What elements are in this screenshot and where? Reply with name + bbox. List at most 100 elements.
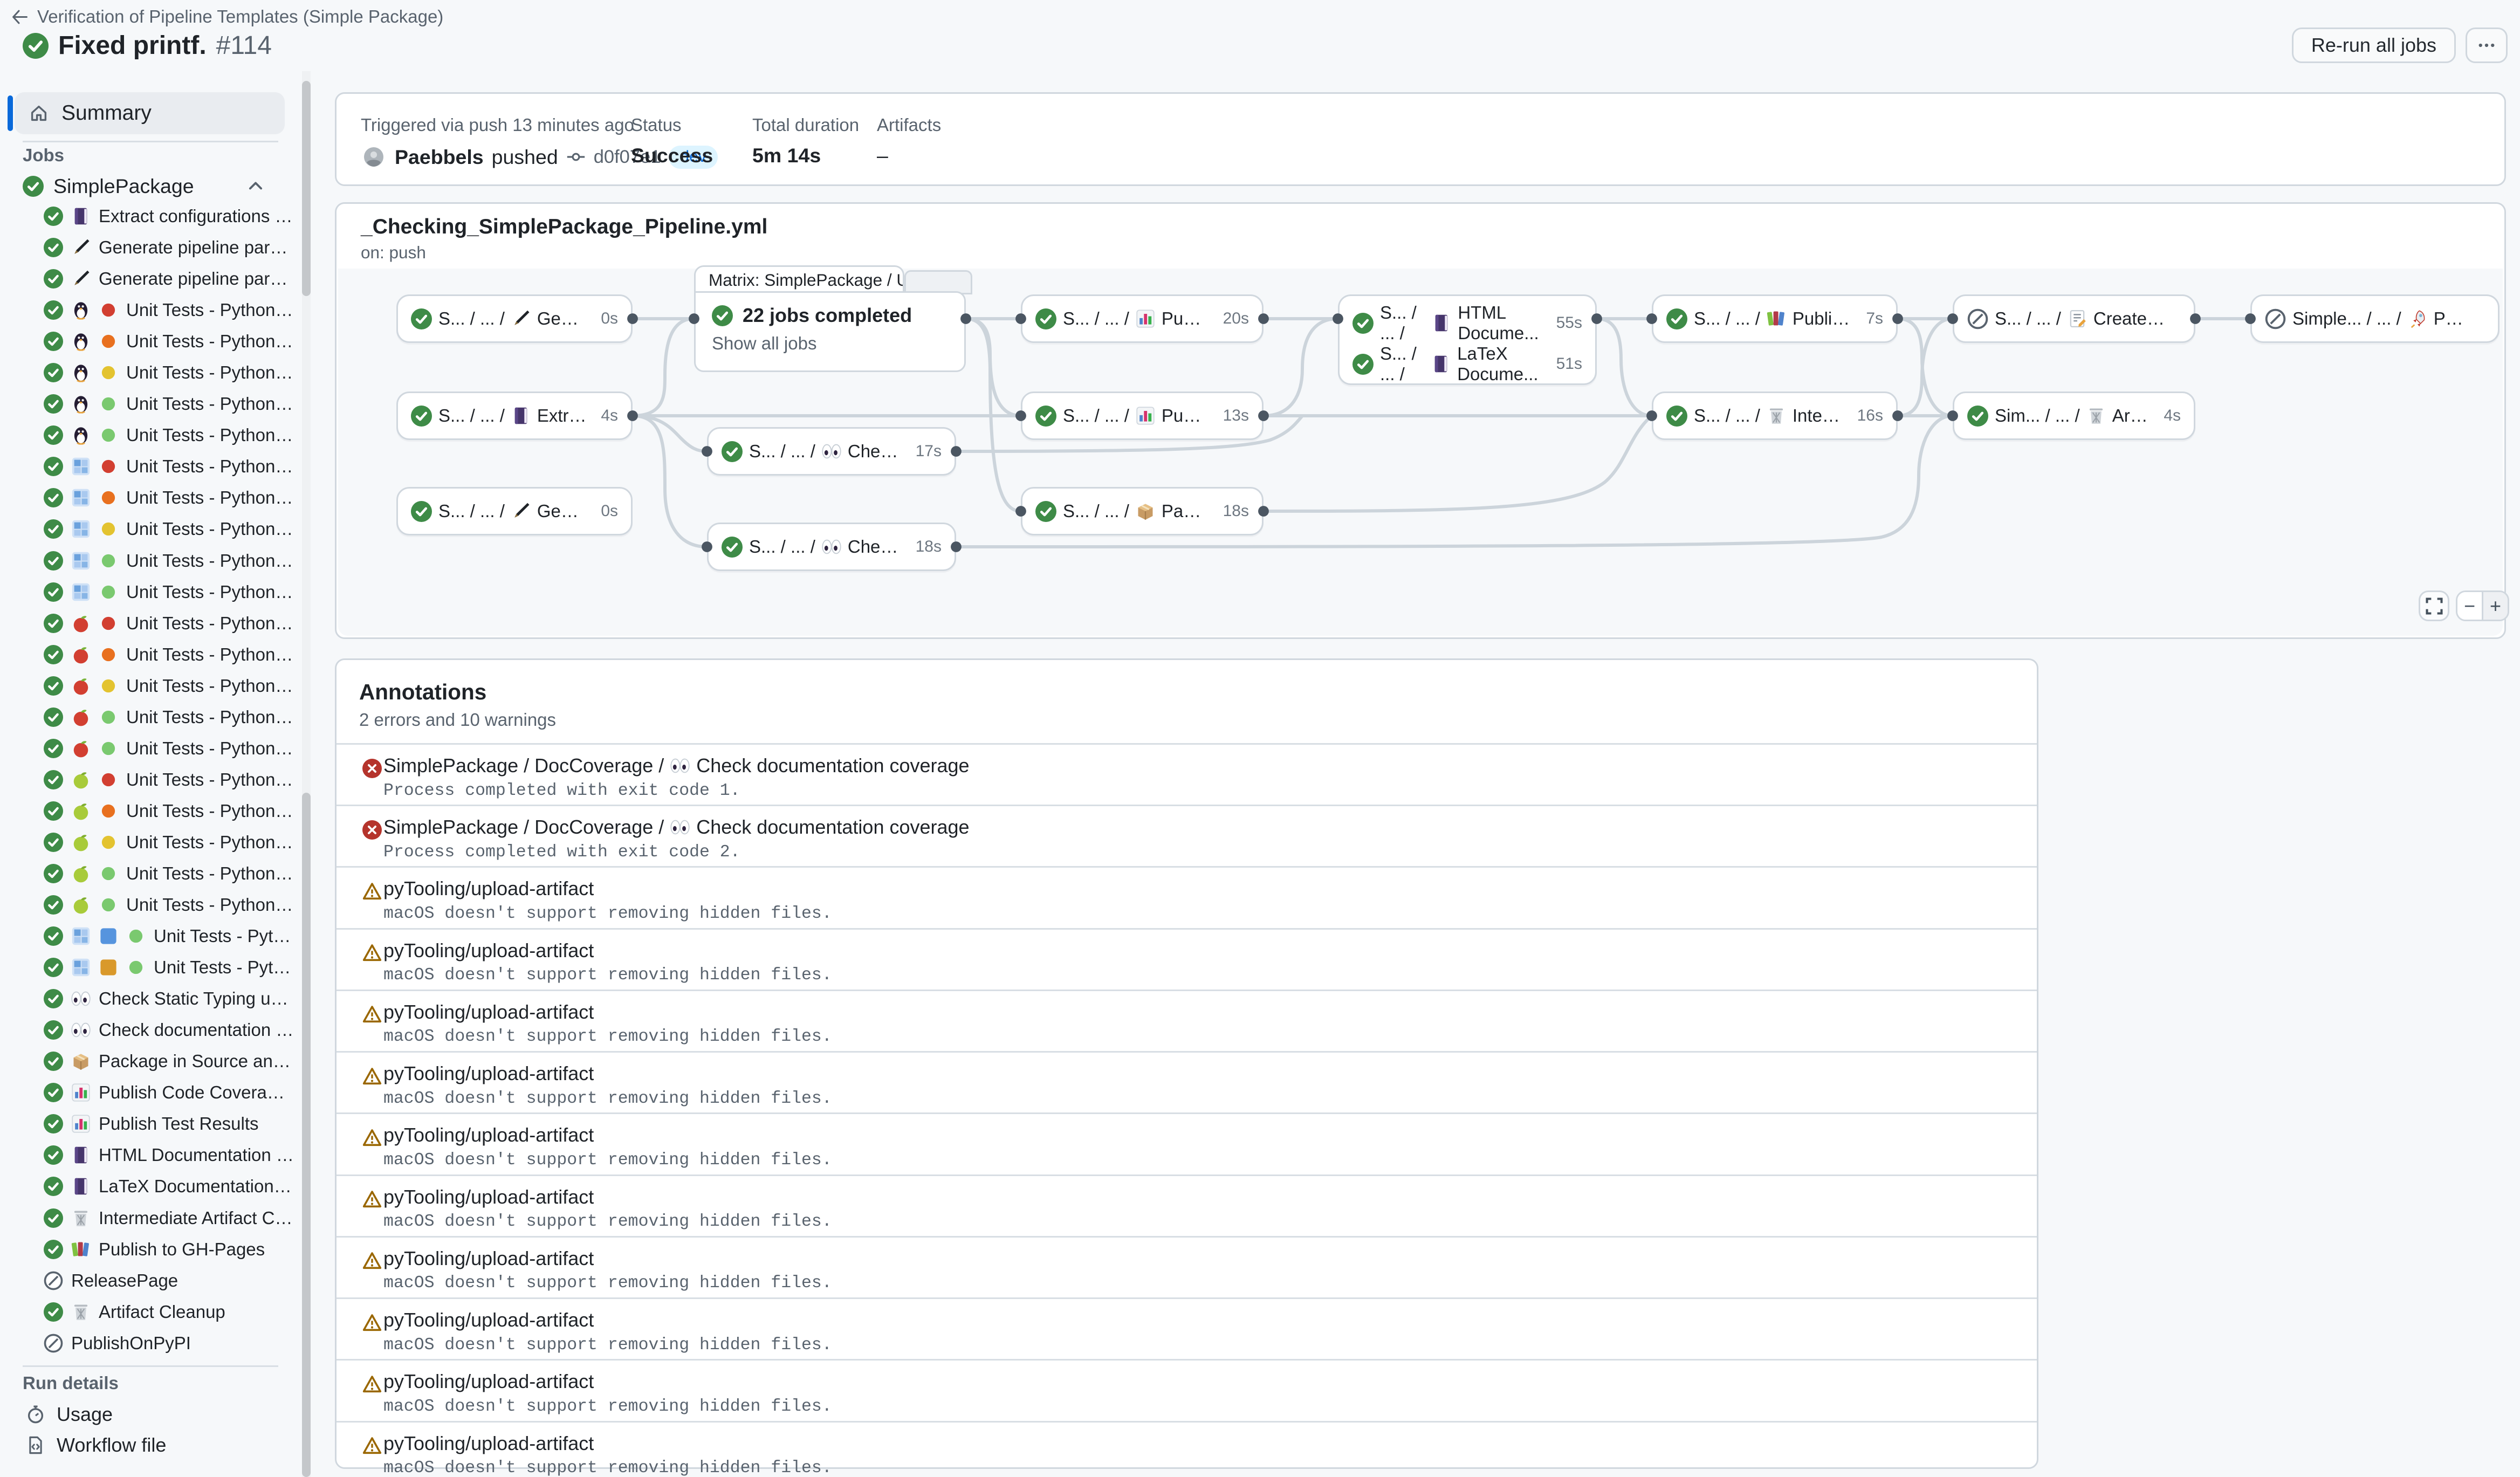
pipeline-node-n7[interactable]: S... / ... /Publish Test Re...13s bbox=[1021, 391, 1264, 440]
sidebar-job-item[interactable]: Generate pipeline parameters bbox=[0, 232, 301, 263]
warning-icon bbox=[362, 1375, 382, 1394]
pipeline-node-n8[interactable]: S... / ... /Intermediate A...16s bbox=[1652, 391, 1898, 440]
sidebar-job-item[interactable]: Unit Tests - Python 3.9 bbox=[0, 451, 301, 482]
pipeline-node-n10[interactable]: S... / ... /Check Static Ty...17s bbox=[707, 427, 956, 476]
scrollbar-thumb-top[interactable] bbox=[302, 81, 311, 296]
zoom-in-button[interactable]: + bbox=[2483, 592, 2508, 620]
annotation-title[interactable]: pyTooling/upload-artifact bbox=[383, 1432, 2021, 1455]
annotation-title[interactable]: pyTooling/upload-artifact bbox=[383, 1124, 2021, 1146]
sidebar-job-item[interactable]: Unit Tests - Python 3.12 bbox=[0, 920, 301, 952]
sidebar-job-item[interactable]: Unit Tests - Python 3.9 bbox=[0, 764, 301, 795]
sidebar-job-item[interactable]: HTML Documentation using ... bbox=[0, 1139, 301, 1171]
doc-group-row[interactable]: S... / ... /LaTeX Docume...51s bbox=[1352, 344, 1582, 384]
pen-icon bbox=[71, 269, 91, 288]
zoom-out-button[interactable]: − bbox=[2457, 592, 2483, 620]
annotation-title[interactable]: pyTooling/upload-artifact bbox=[383, 1186, 2021, 1208]
sidebar-job-item[interactable]: ReleasePage bbox=[0, 1265, 301, 1296]
sidebar-job-item[interactable]: Extract configurations from p... bbox=[0, 201, 301, 232]
sidebar-job-item[interactable]: Unit Tests - Python 3.11 bbox=[0, 670, 301, 702]
annotation-title[interactable]: pyTooling/upload-artifact bbox=[383, 1370, 2021, 1393]
annotation-title[interactable]: pyTooling/upload-artifact bbox=[383, 877, 2021, 900]
skipped-icon bbox=[2265, 308, 2286, 329]
annotation-title[interactable]: SimplePackage / DocCoverage /Check docum… bbox=[383, 754, 2021, 777]
artifacts-value: – bbox=[877, 144, 941, 167]
sidebar-group-simplepackage[interactable]: SimplePackage bbox=[23, 171, 285, 201]
annotation-title[interactable]: pyTooling/upload-artifact bbox=[383, 939, 2021, 962]
sidebar-job-item[interactable]: Unit Tests - Python 3.12 bbox=[0, 545, 301, 576]
annotation-name: Check documentation coverage bbox=[696, 754, 969, 777]
pipeline-node-n4[interactable]: S... / ... /Create 'Release Pa... bbox=[1953, 294, 2195, 343]
sidebar-job-item[interactable]: Unit Tests - Python 3.10 bbox=[0, 482, 301, 513]
sidebar-job-item[interactable]: Unit Tests - Python 3.13 bbox=[0, 576, 301, 608]
sidebar-job-item[interactable]: Intermediate Artifact Cleanup bbox=[0, 1203, 301, 1234]
sidebar-job-item[interactable]: Package in Source and Wheel... bbox=[0, 1046, 301, 1077]
node-duration: 16s bbox=[1851, 407, 1883, 425]
pipeline-node-n11[interactable]: S... / ... /Generate pipelin...0s bbox=[396, 487, 633, 535]
sidebar-job-item[interactable]: Unit Tests - Python 3.9 bbox=[0, 608, 301, 639]
sidebar-job-item[interactable]: LaTeX Documentation using ... bbox=[0, 1171, 301, 1202]
show-all-jobs-link[interactable]: Show all jobs bbox=[712, 333, 948, 354]
pipeline-node-n3[interactable]: S... / ... /Publish to GH-P...7s bbox=[1652, 294, 1898, 343]
pipeline-node-n6[interactable]: S... / ... /Extract configur...4s bbox=[396, 391, 633, 440]
sidebar-job-item[interactable]: Unit Tests - Python 3.9 bbox=[0, 294, 301, 326]
sidebar-job-item[interactable]: Publish Code Coverage Results bbox=[0, 1077, 301, 1108]
sidebar-job-item[interactable]: Unit Tests - Python 3.10 bbox=[0, 795, 301, 827]
pipeline-node-n12[interactable]: S... / ... /Package in Sou...18s bbox=[1021, 487, 1264, 535]
annotation-row-warning: pyTooling/upload-artifactmacOS doesn't s… bbox=[337, 1359, 2037, 1420]
annotation-title[interactable]: pyTooling/upload-artifact bbox=[383, 1062, 2021, 1085]
check-circle-icon bbox=[712, 305, 733, 326]
check-circle-icon bbox=[44, 1052, 63, 1071]
avatar[interactable] bbox=[361, 144, 387, 170]
annotation-title[interactable]: SimplePackage / DocCoverage /Check docum… bbox=[383, 816, 2021, 839]
check-circle-icon bbox=[44, 864, 63, 883]
sidebar-job-item[interactable]: Unit Tests - Python 3.11 bbox=[0, 827, 301, 858]
sidebar-job-item[interactable]: Unit Tests - Python 3.12 bbox=[0, 702, 301, 733]
dot-yellow-icon bbox=[99, 363, 118, 382]
pipeline-node-n9[interactable]: Sim... / ... /Artifact Cleanup4s bbox=[1953, 391, 2195, 440]
doc-group-row[interactable]: S... / ... /HTML Docume...55s bbox=[1352, 303, 1582, 344]
sidebar-job-item[interactable]: Check Static Typing using Pyt... bbox=[0, 983, 301, 1014]
sidebar-job-item[interactable]: Unit Tests - Python 3.11 bbox=[0, 357, 301, 388]
sidebar-job-item[interactable]: Unit Tests - Python 3.10 bbox=[0, 326, 301, 357]
actor-link[interactable]: Paebbels bbox=[395, 146, 484, 169]
more-options-button[interactable] bbox=[2466, 28, 2508, 63]
scrollbar-thumb-bottom[interactable] bbox=[302, 793, 311, 1477]
pipeline-node-n5[interactable]: Simple... / ... /Publish to PyPI bbox=[2250, 294, 2500, 343]
pipeline-node-n13[interactable]: S... / ... /Check docume...18s bbox=[707, 523, 956, 571]
sidebar-job-item[interactable]: PublishOnPyPI bbox=[0, 1328, 301, 1359]
sidebar-job-item[interactable]: Generate pipeline parameters bbox=[0, 263, 301, 294]
matrix-tab[interactable]: Matrix: SimplePackage / UnitTest... bbox=[694, 265, 904, 293]
sidebar-job-item[interactable]: Unit Tests - Python 3.12 bbox=[0, 858, 301, 889]
annotation-title[interactable]: pyTooling/upload-artifact bbox=[383, 1001, 2021, 1023]
sidebar-job-item[interactable]: Publish to GH-Pages bbox=[0, 1234, 301, 1265]
pipeline-node-n1[interactable]: S... / ... /Generate pipelin...0s bbox=[396, 294, 633, 343]
sidebar-job-item[interactable]: Unit Tests - Python 3.12 bbox=[0, 388, 301, 420]
sidebar-job-item[interactable]: Unit Tests - Python 3.11 bbox=[0, 513, 301, 545]
square-orange-icon bbox=[99, 958, 118, 977]
sidebar-job-item[interactable]: Publish Test Results bbox=[0, 1108, 301, 1139]
sidebar-job-item[interactable]: Check documentation covera... bbox=[0, 1014, 301, 1046]
sidebar-job-item[interactable]: Artifact Cleanup bbox=[0, 1296, 301, 1328]
annotation-title[interactable]: pyTooling/upload-artifact bbox=[383, 1309, 2021, 1331]
fullscreen-button[interactable] bbox=[2419, 590, 2449, 621]
breadcrumb[interactable]: Verification of Pipeline Templates (Simp… bbox=[10, 6, 443, 27]
check-circle-icon bbox=[722, 537, 743, 558]
sidebar-job-item[interactable]: Unit Tests - Python 3.13 bbox=[0, 733, 301, 764]
sidebar-item-workflow-file[interactable]: Workflow file bbox=[0, 1430, 301, 1461]
sidebar-item-usage[interactable]: Usage bbox=[0, 1399, 301, 1430]
sidebar-job-item[interactable]: Unit Tests - Python 3.13 bbox=[0, 420, 301, 451]
sidebar-job-item[interactable]: Unit Tests - Python 3.10 bbox=[0, 639, 301, 670]
annotation-title[interactable]: pyTooling/upload-artifact bbox=[383, 1247, 2021, 1270]
sidebar-job-item[interactable]: Unit Tests - Python 3.13 bbox=[0, 889, 301, 920]
sidebar-job-item[interactable]: Unit Tests - Python 3.12 bbox=[0, 952, 301, 983]
documentation-group-node[interactable]: S... / ... /HTML Docume...55sS... / ... … bbox=[1338, 294, 1597, 385]
apple-red-icon bbox=[71, 676, 91, 696]
job-label: Unit Tests - Python 3.9 bbox=[126, 456, 301, 477]
chevron-up-icon[interactable] bbox=[246, 176, 265, 196]
check-circle-icon bbox=[44, 1083, 63, 1102]
matrix-node[interactable]: 22 jobs completed Show all jobs bbox=[694, 291, 966, 372]
job-label: Publish to GH-Pages bbox=[99, 1239, 271, 1260]
pipeline-node-n2[interactable]: S... / ... /Publish Code C...20s bbox=[1021, 294, 1264, 343]
sidebar-item-summary[interactable]: Summary bbox=[15, 92, 285, 134]
rerun-all-jobs-button[interactable]: Re-run all jobs bbox=[2292, 28, 2456, 63]
